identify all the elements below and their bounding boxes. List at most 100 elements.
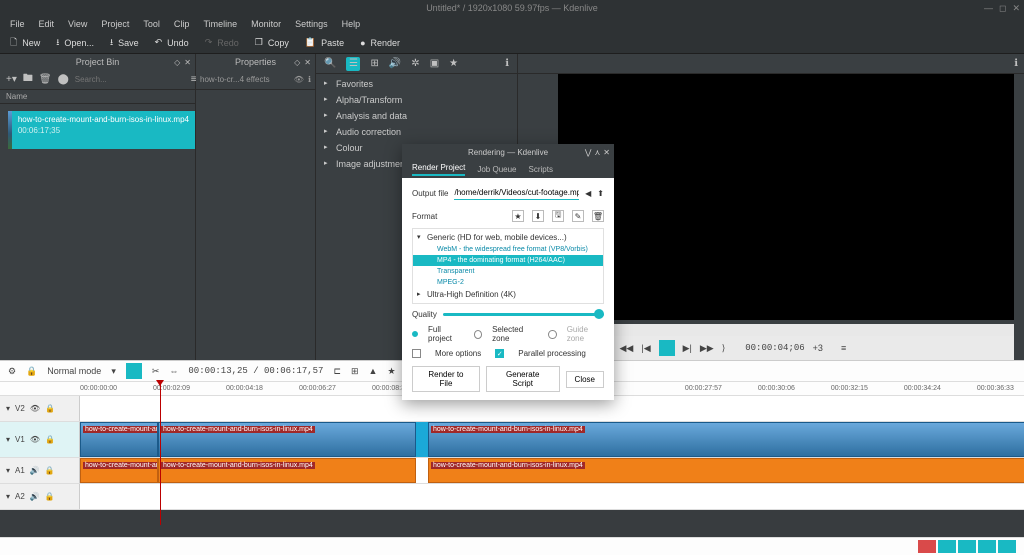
panel-close-icon[interactable]: ✕ xyxy=(304,58,311,67)
rewind-icon[interactable]: ◀◀ xyxy=(620,343,634,354)
format-transparent[interactable]: Transparent xyxy=(413,266,603,277)
play-button[interactable] xyxy=(659,340,675,356)
folder-icon[interactable]: 🖿 xyxy=(23,71,33,88)
save-button[interactable]: ⭳Save xyxy=(110,35,139,51)
lock-icon[interactable]: 🔒 xyxy=(45,435,55,444)
search-input[interactable] xyxy=(75,75,185,84)
tab-job-queue[interactable]: Job Queue xyxy=(477,165,516,174)
spacer-icon[interactable]: ⇔ xyxy=(169,366,178,376)
edit-icon[interactable]: ✎ xyxy=(572,210,584,222)
menu-tool[interactable]: Tool xyxy=(143,19,160,29)
star-icon[interactable]: ★ xyxy=(387,366,395,377)
format-webm[interactable]: WebM - the widespread free format (VP8/V… xyxy=(413,244,603,255)
search-icon[interactable]: 🔍 xyxy=(324,58,336,69)
new-button[interactable]: 🗋New xyxy=(10,35,40,51)
fx-favorites[interactable]: Favorites xyxy=(316,76,517,92)
menu-edit[interactable]: Edit xyxy=(39,19,55,29)
select-tool[interactable] xyxy=(126,363,142,379)
status-icon[interactable] xyxy=(998,540,1016,553)
status-icon[interactable] xyxy=(978,540,996,553)
menu-project[interactable]: Project xyxy=(101,19,129,29)
custom-icon[interactable]: ▣ xyxy=(430,58,439,69)
menu-clip[interactable]: Clip xyxy=(174,19,190,29)
close-icon[interactable]: ✕ xyxy=(1012,3,1020,14)
snap-icon[interactable]: ⊏ xyxy=(333,366,341,377)
open-button[interactable]: ⭳Open... xyxy=(56,35,94,51)
list-icon[interactable]: ☰ xyxy=(346,57,360,71)
render-to-file-button[interactable]: Render to File xyxy=(412,366,480,392)
grid-icon[interactable]: ⊞ xyxy=(351,366,359,377)
checkbox-more-options[interactable] xyxy=(412,349,421,358)
redo-button[interactable]: ↷Redo xyxy=(205,37,239,48)
chevron-right-icon[interactable]: ⟩ xyxy=(722,343,726,354)
undo-button[interactable]: ↶Undo xyxy=(155,37,189,48)
paste-button[interactable]: 📋Paste xyxy=(305,37,344,48)
playhead[interactable] xyxy=(160,382,161,525)
radio-full-project[interactable] xyxy=(412,331,418,337)
mute-icon[interactable]: 🔊 xyxy=(30,466,40,475)
format-mpeg2[interactable]: MPEG-2 xyxy=(413,277,603,288)
marker-icon[interactable]: ▲ xyxy=(369,366,378,376)
radio-guide-zone[interactable] xyxy=(548,330,556,339)
video-clip[interactable]: how-to-create-mount-and-burn-isos-in-lin… xyxy=(428,422,1024,457)
browse-icon[interactable]: ◀ xyxy=(585,189,591,198)
close-icon[interactable]: ✕ xyxy=(603,148,610,157)
favorite-icon[interactable]: ★ xyxy=(512,210,524,222)
menu-monitor[interactable]: Monitor xyxy=(251,19,281,29)
download-icon[interactable]: ⬇ xyxy=(532,210,544,222)
minimize-icon[interactable]: — xyxy=(984,3,993,14)
menu-settings[interactable]: Settings xyxy=(295,19,328,29)
prev-icon[interactable]: |◀ xyxy=(641,343,650,354)
format-group-generic[interactable]: Generic (HD for web, mobile devices...) xyxy=(413,231,603,244)
next-icon[interactable]: ▶| xyxy=(683,343,692,354)
upload-icon[interactable]: ⬆ xyxy=(597,189,604,198)
audio-clip[interactable]: how-to-create-mount-and-burn-isos-in-lin… xyxy=(428,458,1024,483)
quality-slider[interactable] xyxy=(443,313,604,316)
gear-icon[interactable]: ⚙ xyxy=(8,366,16,377)
tab-scripts[interactable]: Scripts xyxy=(529,165,553,174)
lock-icon[interactable]: 🔒 xyxy=(45,404,55,413)
lock-icon[interactable]: 🔒 xyxy=(26,366,37,377)
video-clip[interactable]: how-to-create-mount-and-burn-isos-in-lin… xyxy=(158,422,416,457)
status-icon[interactable] xyxy=(938,540,956,553)
delete-icon[interactable]: 🗑 xyxy=(39,74,52,85)
lock-icon[interactable]: 🔒 xyxy=(45,466,55,475)
info-icon[interactable]: ℹ xyxy=(505,58,509,69)
fx-audio[interactable]: Audio correction xyxy=(316,124,517,140)
clip-item[interactable]: how-to-create-mount-and-burn-isos-in-lin… xyxy=(0,104,195,156)
menu-file[interactable]: File xyxy=(10,19,25,29)
help-icon[interactable]: ⋁ xyxy=(585,148,592,157)
razor-icon[interactable]: ✂ xyxy=(152,366,160,377)
menu-help[interactable]: Help xyxy=(342,19,361,29)
fx-analysis[interactable]: Analysis and data xyxy=(316,108,517,124)
copy-button[interactable]: ❐Copy xyxy=(255,37,289,48)
panel-close-icon[interactable]: ✕ xyxy=(184,58,191,67)
generate-script-button[interactable]: Generate Script xyxy=(486,366,560,392)
monitor-viewport[interactable] xyxy=(558,74,1014,320)
adjust-icon[interactable]: ✲ xyxy=(411,58,419,69)
format-group-uhd[interactable]: Ultra-High Definition (4K) xyxy=(413,288,603,301)
add-clip-icon[interactable]: +▾ xyxy=(6,74,17,85)
monitor-ruler[interactable] xyxy=(558,324,1014,336)
status-icon[interactable] xyxy=(958,540,976,553)
eye-icon[interactable]: 👁 xyxy=(30,435,40,444)
audio-icon[interactable]: 🔊 xyxy=(389,58,401,69)
name-column-header[interactable]: Name xyxy=(0,90,195,104)
undock-icon[interactable]: ◇ xyxy=(174,58,180,67)
mode-dropdown[interactable]: Normal mode xyxy=(47,366,101,376)
audio-clip[interactable]: how-to-create-mount-and xyxy=(80,458,158,483)
render-button[interactable]: ●Render xyxy=(360,38,400,48)
monitor-timecode[interactable]: 00:00:04;06 xyxy=(745,343,804,353)
info-icon[interactable]: ℹ xyxy=(1014,58,1018,69)
mute-icon[interactable]: 🔊 xyxy=(30,492,40,501)
maximize-icon[interactable]: ◻ xyxy=(999,3,1006,14)
output-path-input[interactable] xyxy=(454,186,579,200)
format-mp4[interactable]: MP4 - the dominating format (H264/AAC) xyxy=(413,255,603,266)
eye-icon[interactable]: 👁 xyxy=(294,75,304,84)
undock-icon[interactable]: ◇ xyxy=(294,58,300,67)
info-icon[interactable]: ℹ xyxy=(308,75,311,84)
eye-icon[interactable]: 👁 xyxy=(30,404,40,413)
video-clip[interactable]: how-to-create-mount-and xyxy=(80,422,158,457)
menu-timeline[interactable]: Timeline xyxy=(203,19,237,29)
tag-icon[interactable]: ⬤ xyxy=(58,74,69,85)
